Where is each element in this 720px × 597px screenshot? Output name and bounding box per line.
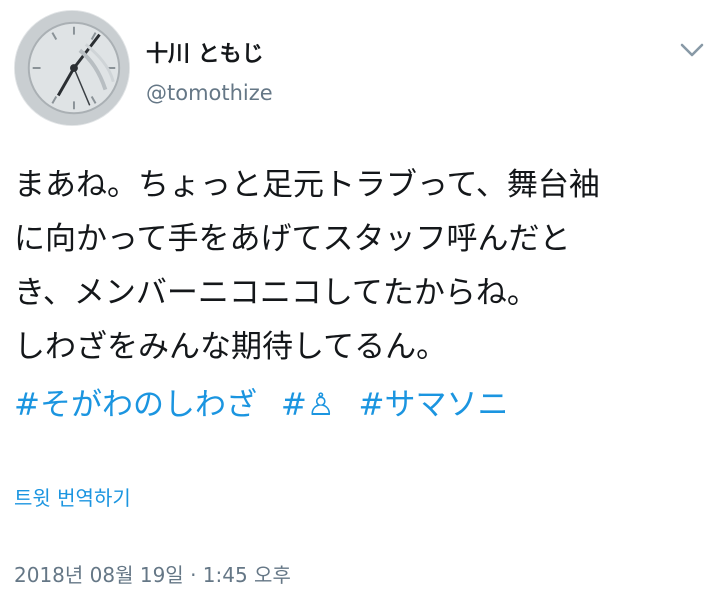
user-handle[interactable]: @tomothize (146, 78, 273, 108)
chevron-down-icon[interactable] (678, 40, 706, 60)
clock-avatar-icon (15, 11, 129, 125)
translate-tweet-link[interactable]: 트윗 번역하기 (14, 484, 131, 512)
tweet-text-line: まあね。ちょっと足元トラブって、舞台袖 (14, 167, 600, 203)
avatar[interactable] (14, 10, 130, 126)
tweet-text-line: き、メンバーニコニコしてたからね。 (14, 275, 538, 311)
hashtag-link[interactable]: #♙ (281, 387, 335, 423)
tweet-card: 十川 ともじ @tomothize まあね。ちょっと足元トラブって、舞台袖 に向… (0, 0, 720, 597)
hashtag-link[interactable]: #そがわのしわざ (14, 387, 257, 423)
tweet-text-line: に向かって手をあげてスタッフ呼んだと (14, 221, 571, 257)
hashtag-link[interactable]: #サマソニ (358, 387, 508, 423)
tweet-timestamp[interactable]: 2018년 08월 19일 · 1:45 오후 (14, 561, 291, 589)
tweet-text: まあね。ちょっと足元トラブって、舞台袖 に向かって手をあげてスタッフ呼んだと き… (14, 158, 714, 374)
tweet-text-line: しわざをみんな期待してるん。 (14, 329, 448, 365)
display-name[interactable]: 十川 ともじ (146, 40, 264, 70)
hashtag-row: #そがわのしわざ #♙ #サマソニ (14, 378, 714, 432)
